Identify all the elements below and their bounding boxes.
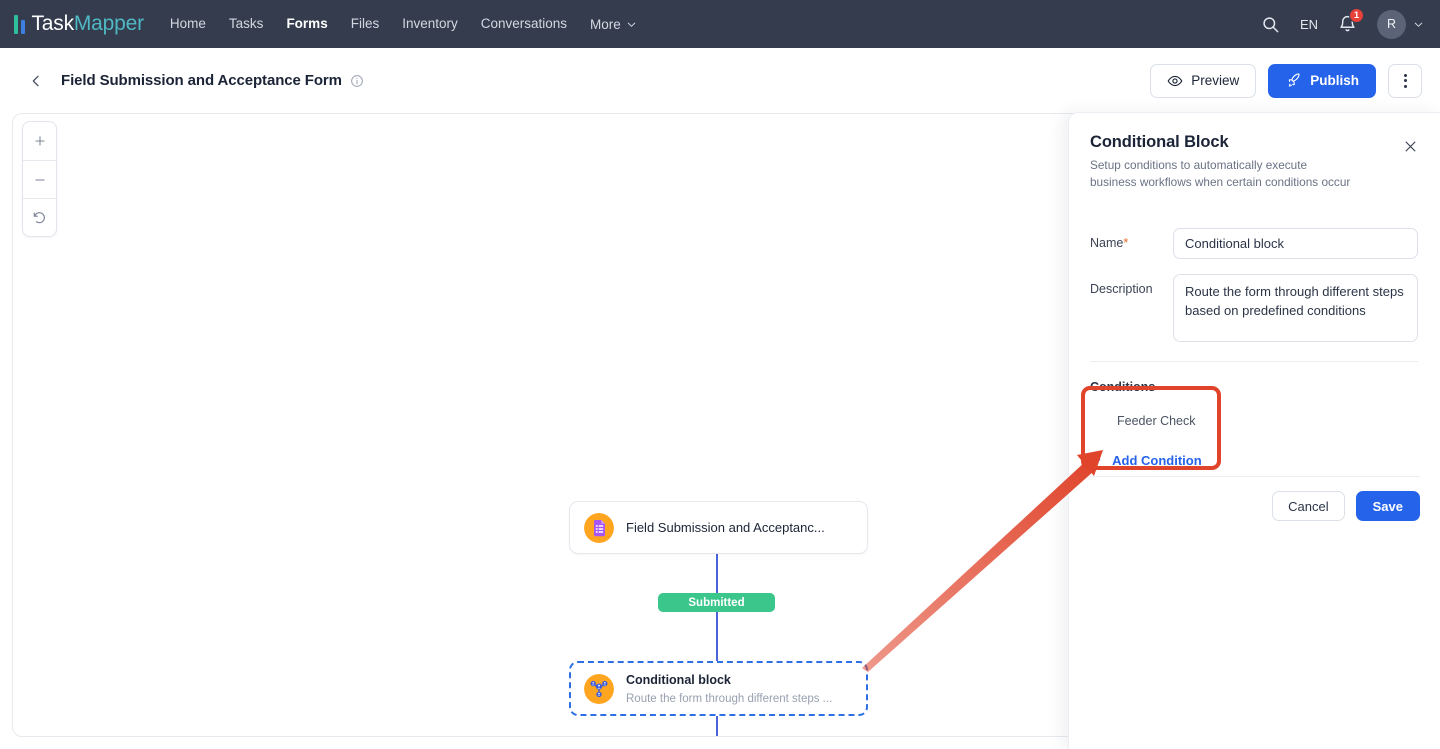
nav-more-label: More (590, 16, 621, 32)
flow-node-conditional-title: Conditional block (626, 672, 731, 687)
conditional-network-icon (584, 673, 614, 704)
flow-edge-conditional-to-next (716, 715, 718, 736)
nav-item-conversations[interactable]: Conversations (481, 0, 567, 48)
more-options-button[interactable] (1388, 63, 1422, 98)
eye-icon (1167, 75, 1183, 86)
search-icon[interactable] (1261, 15, 1280, 34)
description-textarea[interactable] (1173, 274, 1418, 343)
nav-item-tasks[interactable]: Tasks (229, 0, 264, 48)
panel-divider-top (1090, 361, 1418, 363)
preview-button[interactable]: Preview (1150, 63, 1257, 98)
description-field-label: Description (1090, 282, 1153, 297)
plus-icon: + (1090, 450, 1102, 472)
close-icon[interactable] (1399, 135, 1421, 157)
preview-button-label: Preview (1191, 73, 1240, 88)
avatar: R (1377, 9, 1406, 39)
flow-node-conditional[interactable]: Conditional block Route the form through… (569, 661, 868, 716)
notifications-button[interactable]: 1 (1338, 8, 1364, 34)
add-condition-button[interactable]: + Add Condition (1090, 451, 1225, 470)
chevron-down-icon (1414, 22, 1423, 27)
flow-node-conditional-subtitle: Route the form through different steps .… (626, 692, 833, 705)
flow-edge-label-submitted[interactable]: Submitted (658, 593, 775, 612)
language-selector[interactable]: EN (1300, 17, 1318, 32)
nav-item-more[interactable]: More (590, 17, 637, 32)
panel-footer: Cancel Save (1272, 491, 1420, 521)
reset-rotate-icon (33, 212, 45, 224)
conditions-list: Feeder Check + Add Condition (1090, 414, 1418, 470)
save-button[interactable]: Save (1355, 491, 1420, 521)
canvas-zoom-controls (22, 121, 57, 237)
panel-description: Setup conditions to automatically execut… (1090, 158, 1351, 190)
primary-nav: Home Tasks Forms Files Inventory Convers… (170, 0, 637, 48)
name-field-row: Name* (1090, 228, 1418, 260)
condition-item[interactable]: Feeder Check (1090, 414, 1418, 431)
page-header: Field Submission and Acceptance Form Pre… (0, 48, 1440, 113)
page-title: Field Submission and Acceptance Form (61, 72, 342, 89)
logo-text: TaskMapper (31, 12, 145, 36)
top-navbar: TaskMapper Home Tasks Forms Files Invent… (0, 0, 1440, 48)
logo-text-part2: Mapper (73, 12, 144, 35)
minus-icon (34, 178, 45, 181)
add-condition-label: Add Condition (1112, 453, 1202, 469)
zoom-in-button[interactable] (23, 122, 56, 160)
publish-button[interactable]: Publish (1268, 63, 1376, 98)
kebab-menu-icon (1403, 73, 1407, 88)
flow-node-form[interactable]: Field Submission and Acceptanc... (569, 501, 868, 554)
info-circle-icon[interactable] (350, 74, 364, 88)
back-button[interactable] (24, 69, 48, 93)
rocket-icon (1289, 73, 1300, 87)
navbar-right-actions: EN 1 R (1261, 8, 1424, 39)
logo-text-part1: Task (31, 12, 75, 35)
nav-item-forms[interactable]: Forms (286, 0, 327, 48)
required-marker: * (1123, 236, 1129, 251)
publish-button-label: Publish (1310, 73, 1359, 88)
name-field-label: Name* (1090, 236, 1129, 251)
logo-bars-icon (14, 14, 25, 34)
cancel-button[interactable]: Cancel (1272, 491, 1345, 521)
header-actions: Preview Publish (1150, 63, 1422, 98)
chevron-down-icon (627, 22, 636, 27)
flow-node-form-texts: Field Submission and Acceptanc... (626, 519, 825, 537)
nav-item-files[interactable]: Files (351, 0, 380, 48)
panel-title: Conditional Block (1090, 133, 1229, 151)
zoom-out-button[interactable] (23, 160, 56, 198)
panel-header: Conditional Block Setup conditions to au… (1090, 133, 1418, 191)
panel-divider-bottom (1090, 476, 1420, 477)
plus-icon (34, 136, 45, 146)
canvas-reset-button[interactable] (23, 198, 56, 236)
notification-count-badge: 1 (1349, 8, 1364, 23)
nav-item-home[interactable]: Home (170, 0, 206, 48)
description-field-row: Description (1090, 274, 1418, 343)
name-input[interactable] (1173, 228, 1418, 260)
nav-item-inventory[interactable]: Inventory (402, 0, 458, 48)
form-document-icon (584, 512, 614, 543)
conditional-block-panel: Conditional Block Setup conditions to au… (1068, 112, 1440, 749)
conditions-section-label: Conditions (1090, 380, 1156, 395)
chevron-left-icon (32, 75, 39, 86)
flow-node-conditional-texts: Conditional block Route the form through… (626, 671, 853, 707)
app-logo[interactable]: TaskMapper (14, 12, 144, 36)
flow-node-form-title: Field Submission and Acceptanc... (626, 519, 825, 535)
user-menu[interactable]: R (1377, 9, 1424, 39)
